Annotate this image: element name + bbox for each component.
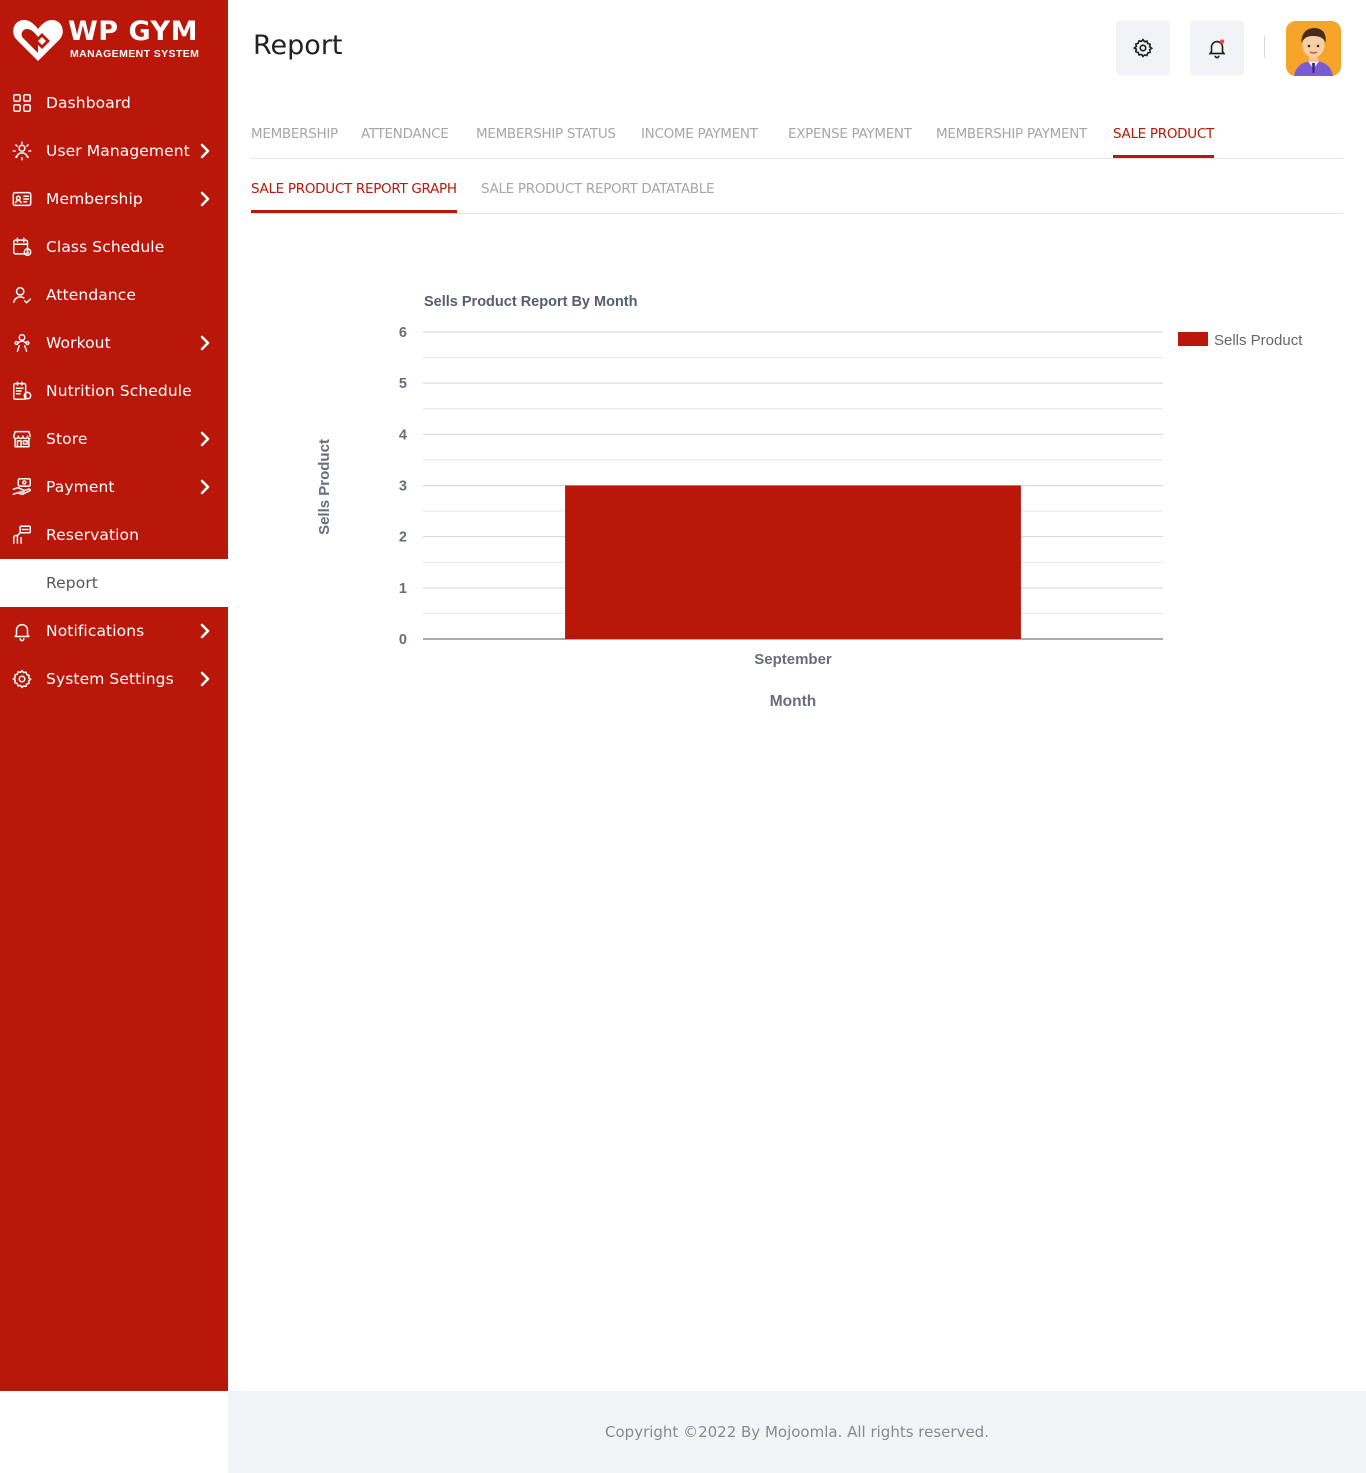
sidebar-item-label: Store [46, 430, 88, 448]
sidebar-item-payment[interactable]: Payment [0, 463, 228, 511]
sidebar-item-nutrition-schedule[interactable]: Nutrition Schedule [0, 367, 228, 415]
chevron-right-icon [200, 623, 210, 639]
brand-logo[interactable]: WP GYM MANAGEMENT SYSTEM [10, 14, 220, 66]
users-gear-icon [10, 139, 34, 163]
sidebar-item-report[interactable]: Report [0, 559, 228, 607]
sidebar-item-label: Dashboard [46, 94, 131, 112]
chart-canvas: Sells Product Report By Month 0 1 2 3 4 5 6 Se… [316, 294, 1303, 710]
report-icon [10, 571, 34, 595]
payment-icon [10, 475, 34, 499]
chevron-right-icon [200, 479, 210, 495]
user-check-icon [10, 283, 34, 307]
workout-icon [10, 331, 34, 355]
chevron-right-icon [200, 335, 210, 351]
sidebar-item-label: Notifications [46, 622, 145, 640]
reservation-icon [10, 523, 34, 547]
y-tick-label: 2 [399, 530, 407, 546]
sidebar-item-system-settings[interactable]: System Settings [0, 655, 228, 703]
membership-card-icon [10, 187, 34, 211]
store-icon [10, 427, 34, 451]
header-divider [1264, 36, 1265, 58]
x-tick-label: September [754, 651, 832, 668]
sale-product-chart: Sells Product Report By Month 0 1 2 3 4 5 6 Se… [300, 280, 1330, 730]
tab-membership-status[interactable]: MEMBERSHIP STATUS [476, 126, 616, 158]
dashboard-icon [10, 91, 34, 115]
sidebar-item-store[interactable]: Store [0, 415, 228, 463]
y-tick-label: 4 [399, 427, 407, 443]
notifications-button[interactable] [1190, 21, 1244, 75]
page-title: Report [253, 30, 343, 61]
sidebar-item-label: Workout [46, 334, 111, 352]
y-tick-label: 6 [399, 325, 407, 341]
tab-attendance[interactable]: ATTENDANCE [361, 126, 449, 158]
chevron-right-icon [200, 671, 210, 687]
copyright-text: Copyright ©2022 By Mojoomla. All rights … [605, 1423, 989, 1441]
tab-sale-product[interactable]: SALE PRODUCT [1113, 126, 1214, 158]
subtab-sale-product-report-datatable[interactable]: SALE PRODUCT REPORT DATATABLE [481, 181, 714, 213]
report-tabs: MEMBERSHIP ATTENDANCE MEMBERSHIP STATUS INC… [251, 116, 1343, 159]
sidebar-item-user-management[interactable]: User Management [0, 127, 228, 175]
sidebar-item-label: Membership [46, 190, 143, 208]
chevron-right-icon [200, 431, 210, 447]
sidebar-item-membership[interactable]: Membership [0, 175, 228, 223]
y-tick-label: 3 [399, 479, 407, 495]
sidebar-item-label: Reservation [46, 526, 140, 544]
x-axis-label: Month [770, 693, 816, 710]
heart-logo-icon [13, 20, 63, 61]
user-avatar-icon [1286, 21, 1341, 76]
nutrition-icon [10, 379, 34, 403]
tab-membership[interactable]: MEMBERSHIP [251, 126, 338, 158]
brand-subtitle: MANAGEMENT SYSTEM [70, 48, 200, 60]
gear-icon [10, 667, 34, 691]
report-subtabs: SALE PRODUCT REPORT GRAPH SALE PRODUCT RE… [251, 171, 1343, 214]
sidebar-item-workout[interactable]: Workout [0, 319, 228, 367]
tab-expense-payment[interactable]: EXPENSE PAYMENT [788, 126, 912, 158]
calendar-icon [10, 235, 34, 259]
footer: Copyright ©2022 By Mojoomla. All rights … [228, 1391, 1366, 1473]
sidebar-item-label: Nutrition Schedule [46, 382, 192, 400]
sidebar-item-label: Class Schedule [46, 238, 165, 256]
y-tick-label: 1 [399, 581, 407, 597]
sidebar-item-notifications[interactable]: Notifications [0, 607, 228, 655]
bell-icon [10, 619, 34, 643]
sidebar: WP GYM MANAGEMENT SYSTEM Dashboard User M… [0, 0, 228, 1391]
sidebar-item-class-schedule[interactable]: Class Schedule [0, 223, 228, 271]
chart-title: Sells Product Report By Month [424, 294, 638, 310]
sidebar-item-label: Attendance [46, 286, 137, 304]
sidebar-item-label: Payment [46, 478, 115, 496]
gear-icon [1132, 38, 1154, 58]
brand-title: WP GYM [68, 16, 198, 47]
user-avatar[interactable] [1286, 21, 1341, 76]
sidebar-item-attendance[interactable]: Attendance [0, 271, 228, 319]
y-tick-label: 5 [399, 376, 407, 392]
chevron-right-icon [200, 143, 210, 159]
chevron-right-icon [200, 191, 210, 207]
subtab-sale-product-report-graph[interactable]: SALE PRODUCT REPORT GRAPH [251, 181, 457, 213]
sidebar-item-label: Report [46, 574, 98, 592]
sidebar-item-reservation[interactable]: Reservation [0, 511, 228, 559]
bar-september[interactable] [565, 485, 1021, 640]
y-axis-label: Sells Product [316, 439, 333, 535]
sidebar-item-dashboard[interactable]: Dashboard [0, 79, 228, 127]
legend-label[interactable]: Sells Product [1214, 332, 1303, 349]
bell-icon [1208, 39, 1226, 59]
sidebar-item-label: User Management [46, 142, 190, 160]
tab-income-payment[interactable]: INCOME PAYMENT [641, 126, 758, 158]
sidebar-item-label: System Settings [46, 670, 174, 688]
settings-button[interactable] [1116, 21, 1170, 75]
sidebar-nav: Dashboard User Management Membership Class … [0, 79, 228, 703]
tab-membership-payment[interactable]: MEMBERSHIP PAYMENT [936, 126, 1087, 158]
y-tick-label: 0 [399, 632, 407, 648]
legend-swatch [1178, 332, 1208, 346]
